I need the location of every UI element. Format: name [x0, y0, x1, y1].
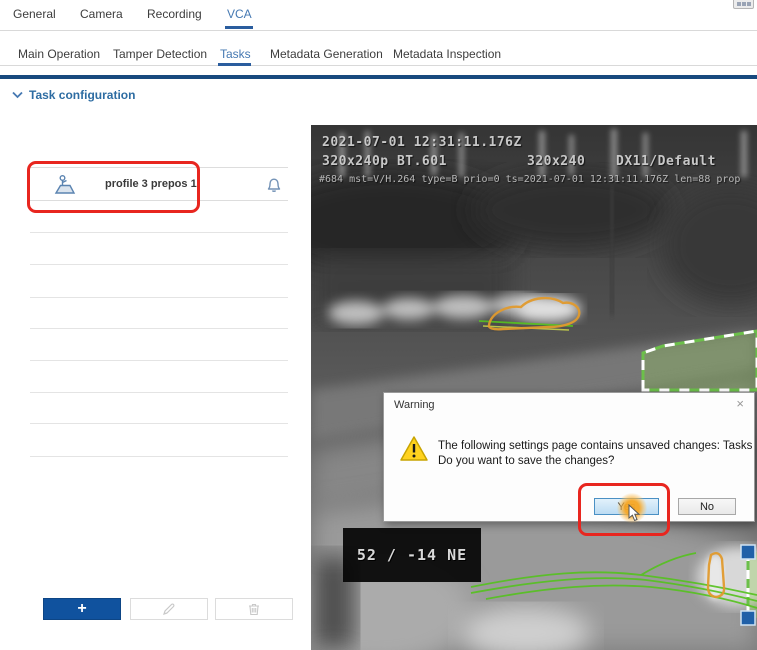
yes-button-label: Yes [618, 501, 636, 513]
section-rule [0, 75, 757, 79]
tab-metadata-inspection[interactable]: Metadata Inspection [393, 47, 501, 61]
osd-resolution2: 320x240 [527, 154, 585, 169]
video-preview[interactable]: 2021-07-01 12:31:11.176Z 320x240p BT.601… [311, 125, 757, 650]
no-button-label: No [700, 501, 714, 513]
osd-renderer: DX11/Default [616, 154, 716, 169]
add-task-button[interactable]: + [43, 598, 121, 620]
edit-task-button[interactable] [130, 598, 208, 620]
ptz-position-text: 52 / -14 NE [357, 546, 467, 564]
no-button[interactable]: No [678, 498, 736, 515]
tab-vca-underline [225, 26, 253, 29]
empty-task-slot[interactable] [30, 328, 288, 329]
field-handle [741, 611, 755, 625]
subnav-divider [0, 65, 757, 66]
keyboard-icon[interactable] [733, 0, 754, 9]
delete-task-button[interactable] [215, 598, 293, 620]
nav-divider [0, 30, 757, 31]
chevron-down-icon [12, 91, 23, 99]
dialog-message: The following settings page contains uns… [438, 439, 752, 469]
alarm-bell-icon[interactable] [264, 175, 284, 200]
task-configuration-header[interactable]: Task configuration [12, 88, 135, 102]
dialog-title: Warning [394, 399, 435, 411]
tab-main-operation[interactable]: Main Operation [18, 47, 100, 61]
empty-task-slot[interactable] [30, 360, 288, 361]
tab-camera[interactable]: Camera [80, 7, 123, 21]
warning-dialog: Warning × The following settings page co… [383, 392, 755, 522]
tab-recording[interactable]: Recording [147, 7, 202, 21]
field-handle [741, 545, 755, 559]
task-profile-icon [53, 173, 77, 201]
empty-task-slot[interactable] [30, 264, 288, 265]
tab-general[interactable]: General [13, 7, 56, 21]
task-list-item-profile[interactable]: profile 3 prepos 1 [30, 167, 288, 201]
osd-metadata: #684 mst=V/H.264 type=B prio=0 ts=2021-0… [319, 174, 757, 185]
tab-metadata-generation[interactable]: Metadata Generation [270, 47, 383, 61]
tab-tamper-detection[interactable]: Tamper Detection [113, 47, 207, 61]
tab-tasks[interactable]: Tasks [220, 47, 251, 61]
ptz-position-overlay: 52 / -14 NE [343, 528, 481, 582]
trash-icon [246, 601, 262, 617]
plus-icon: + [77, 600, 86, 618]
detection-field-top [643, 331, 757, 390]
close-icon[interactable]: × [736, 397, 744, 410]
section-title: Task configuration [29, 88, 135, 102]
dialog-message-line2: Do you want to save the changes? [438, 454, 752, 469]
empty-task-slot[interactable] [30, 423, 288, 424]
empty-task-slot[interactable] [30, 456, 288, 457]
tab-tasks-underline [218, 63, 251, 66]
osd-timestamp: 2021-07-01 12:31:11.176Z [322, 135, 522, 150]
task-profile-label: profile 3 prepos 1 [105, 178, 197, 190]
empty-task-slot[interactable] [30, 297, 288, 298]
tab-vca[interactable]: VCA [227, 7, 252, 21]
vca-configuration-page: General Camera Recording VCA Main Operat… [0, 0, 757, 650]
empty-task-slot[interactable] [30, 232, 288, 233]
yes-button[interactable]: Yes [594, 498, 659, 515]
osd-resolution: 320x240p BT.601 [322, 154, 447, 169]
empty-task-slot[interactable] [30, 392, 288, 393]
warning-triangle-icon [399, 435, 429, 468]
dialog-message-line1: The following settings page contains uns… [438, 439, 752, 454]
pencil-icon [161, 601, 177, 617]
